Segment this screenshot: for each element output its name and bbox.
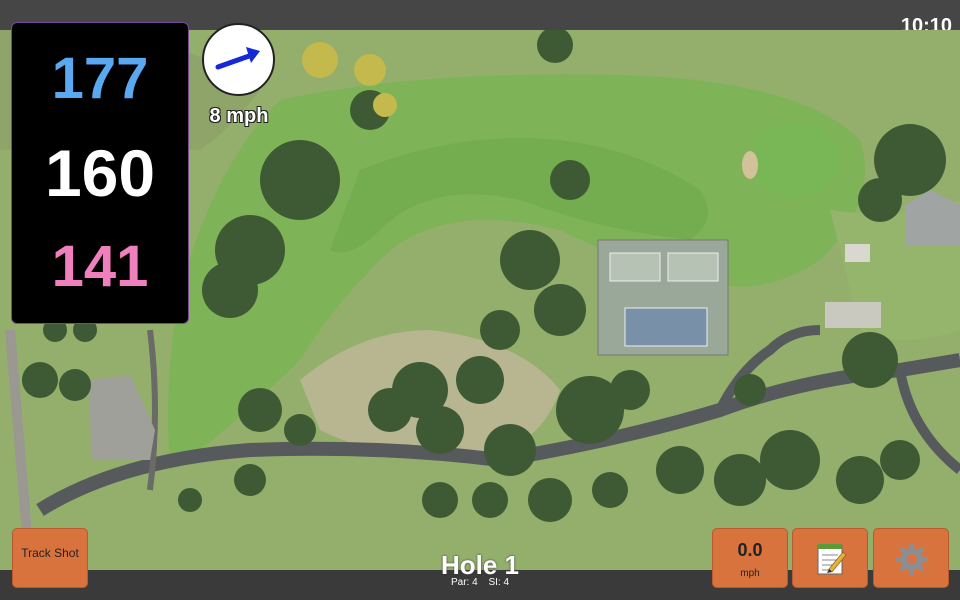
track-shot-label: Track Shot — [21, 546, 79, 560]
speed-unit: mph — [740, 568, 760, 579]
distance-front: 141 — [51, 234, 149, 299]
gear-icon — [896, 543, 928, 575]
hole-info: Par: 4 SI: 4 — [380, 577, 580, 588]
settings-button[interactable] — [873, 528, 949, 588]
distance-panel: 177 160 141 — [11, 22, 189, 324]
wind-indicator — [202, 23, 275, 96]
track-shot-button[interactable]: Track Shot — [12, 528, 88, 588]
notes-button[interactable] — [792, 528, 868, 588]
speed-value: 0.0 — [737, 540, 763, 560]
hole-par: Par: 4 — [450, 577, 478, 588]
notepad-icon — [817, 544, 847, 575]
distance-back: 177 — [51, 46, 149, 111]
hole-stroke-index: SI: 4 — [488, 577, 510, 588]
speed-button[interactable]: 0.0 mph — [712, 528, 788, 588]
wind-arrow-icon — [215, 47, 260, 70]
wind-speed: 8 mph — [209, 105, 269, 127]
distance-middle: 160 — [44, 136, 156, 210]
